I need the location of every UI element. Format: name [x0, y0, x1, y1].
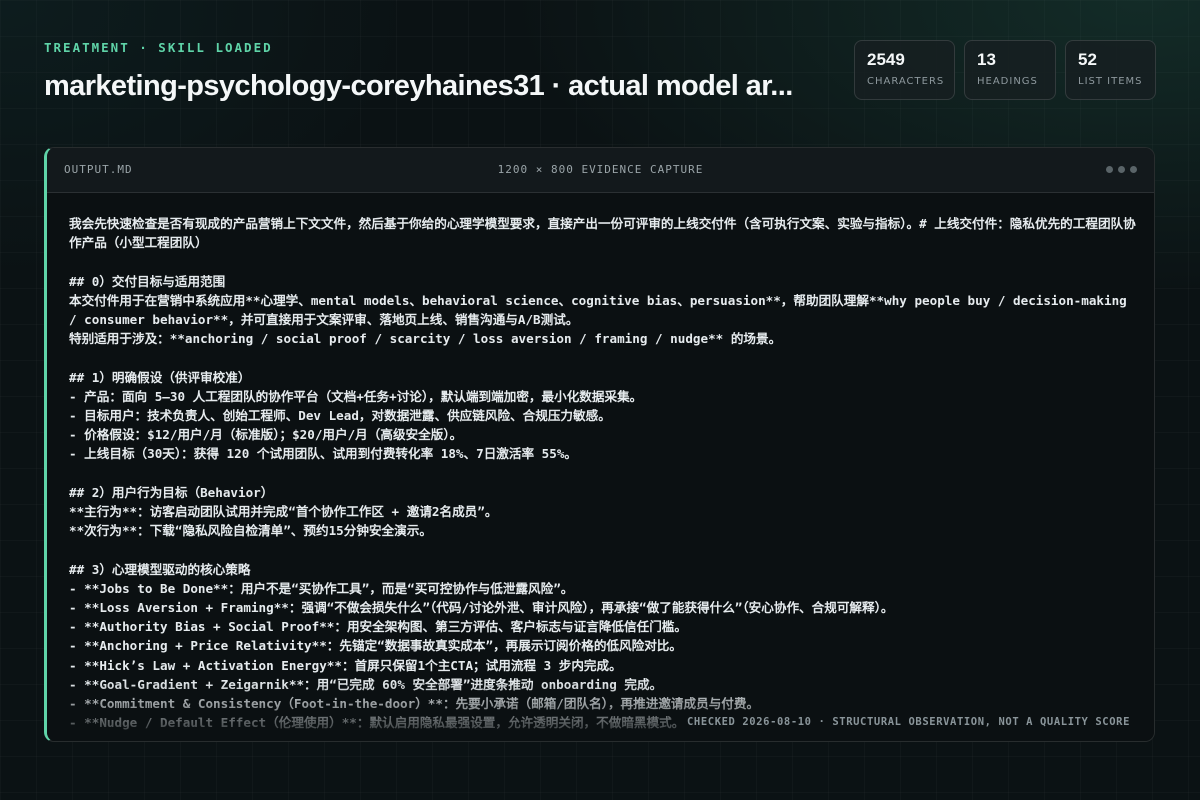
stat-label: LIST ITEMS	[1078, 76, 1143, 87]
page-title: marketing-psychology-coreyhaines31 · act…	[44, 70, 793, 102]
stat-value: 13	[977, 50, 996, 69]
eyebrow-label: TREATMENT · SKILL LOADED	[44, 40, 273, 55]
stat-label: HEADINGS	[977, 76, 1038, 87]
stats-row: 2549 CHARACTERS 13 HEADINGS 52 LIST ITEM…	[854, 40, 1156, 100]
dot-icon	[1106, 166, 1113, 173]
output-text: 我会先快速检查是否有现成的产品营销上下文文件，然后基于你给的心理学模型要求，直接…	[69, 216, 1136, 731]
output-body[interactable]: 我会先快速检查是否有现成的产品营销上下文文件，然后基于你给的心理学模型要求，直接…	[69, 214, 1136, 741]
footnote: CHECKED 2026-08-10 · STRUCTURAL OBSERVAT…	[687, 716, 1130, 728]
stat-label: CHARACTERS	[867, 76, 945, 87]
output-panel: OUTPUT.MD 1200 × 800 EVIDENCE CAPTURE 我会…	[44, 147, 1155, 742]
stat-value: 52	[1078, 50, 1097, 69]
stat-value: 2549	[867, 50, 905, 69]
stat-card-headings: 13 HEADINGS	[964, 40, 1056, 100]
window-dots	[1106, 166, 1137, 173]
panel-header: OUTPUT.MD 1200 × 800 EVIDENCE CAPTURE	[47, 148, 1154, 193]
dot-icon	[1118, 166, 1125, 173]
stat-card-characters: 2549 CHARACTERS	[854, 40, 955, 100]
dot-icon	[1130, 166, 1137, 173]
stat-card-list-items: 52 LIST ITEMS	[1065, 40, 1156, 100]
panel-caption: 1200 × 800 EVIDENCE CAPTURE	[497, 163, 704, 176]
